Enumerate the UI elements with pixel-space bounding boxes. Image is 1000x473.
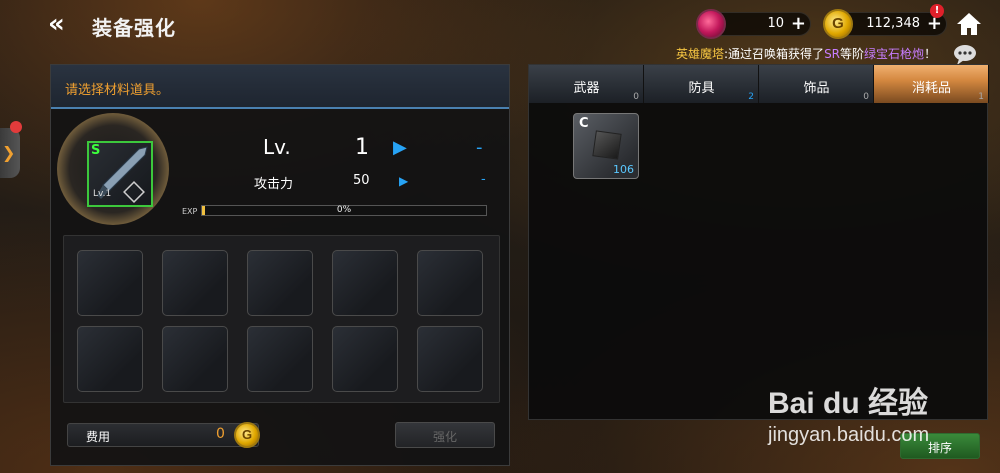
gold-count: 112,348 (866, 16, 920, 31)
arrow-right-icon: ▶ (393, 137, 407, 158)
tab-3[interactable]: 消耗品 1 (874, 65, 989, 103)
material-slot[interactable] (77, 326, 143, 392)
double-chevron-left-icon: « (48, 9, 65, 39)
broadcast-text: ！ (924, 47, 937, 61)
tab-label: 消耗品 (911, 81, 951, 96)
broadcast-player: 英雄魔塔 (676, 47, 725, 61)
attack-next-value: - (481, 172, 486, 187)
broadcast-text: :通过召唤箱获得了 (724, 47, 825, 61)
gold-currency: G 112,348 + (823, 9, 947, 39)
enhance-button[interactable]: 强化 (395, 422, 495, 448)
cost-label: 费用 (86, 430, 111, 444)
inventory-item[interactable]: C 106 (573, 113, 639, 179)
gem-currency: 10 + (696, 9, 811, 39)
tab-0[interactable]: 武器 0 (529, 65, 644, 103)
gem-count: 10 (767, 16, 784, 31)
tab-count: 2 (748, 92, 754, 102)
broadcast-text: 等阶 (840, 47, 865, 61)
add-gem-button[interactable]: + (791, 14, 806, 34)
chat-bubble-icon (954, 45, 976, 65)
broadcast-grade: SR (824, 47, 841, 61)
attack-value: 50 (353, 173, 370, 188)
arrow-right-icon: ▶ (399, 174, 409, 188)
cost-value: 0 (216, 426, 225, 442)
rank-badge: S (91, 143, 101, 158)
level-label: Lv. (263, 135, 291, 159)
chat-button[interactable] (952, 42, 978, 66)
inventory-panel: C 106 武器 0 防具 2 饰品 0 消耗品 1 (528, 64, 989, 420)
tab-label: 防具 (688, 81, 715, 96)
enhance-button-label: 强化 (432, 430, 457, 444)
instruction-text: 请选择材料道具。 (65, 83, 170, 98)
tab-count: 0 (633, 92, 639, 102)
attack-label: 攻击力 (254, 177, 294, 192)
exp-percent: 0% (336, 205, 352, 215)
material-slot[interactable] (417, 250, 483, 316)
gem-icon (696, 9, 726, 39)
tab-count: 0 (863, 92, 869, 102)
cube-icon (592, 130, 622, 160)
level-value: 1 (355, 135, 369, 160)
tab-label: 武器 (573, 81, 600, 96)
tab-label: 饰品 (803, 81, 830, 96)
broadcast-message: 英雄魔塔:通过召唤箱获得了SR等阶绿宝石枪炮！ (676, 44, 936, 64)
material-slot[interactable] (332, 326, 398, 392)
material-slot[interactable] (162, 250, 228, 316)
home-icon (957, 13, 981, 35)
enhance-panel: 请选择材料道具。 S Lv.1 Lv. 1 ▶ - 攻击力 50 ▶ - EXP… (50, 64, 510, 466)
material-slot[interactable] (247, 250, 313, 316)
alert-badge: ! (930, 4, 944, 18)
level-next-value: - (476, 137, 483, 158)
watermark-logo: Bai du 经验 (768, 387, 929, 420)
exp-label: EXP (182, 207, 198, 216)
material-slot-grid (63, 235, 500, 403)
exp-progress-bar: 0% (201, 205, 487, 216)
item-level: Lv.1 (93, 189, 112, 199)
material-slot[interactable] (247, 326, 313, 392)
material-slot[interactable] (332, 250, 398, 316)
page-title: 装备强化 (92, 16, 176, 40)
notification-dot (10, 121, 22, 133)
cost-display: 费用 0 G (67, 422, 260, 448)
material-slot[interactable] (162, 326, 228, 392)
item-quantity: 106 (613, 163, 634, 176)
gold-coin-icon: G (823, 9, 853, 39)
broadcast-item: 绿宝石枪炮 (864, 47, 925, 61)
back-button[interactable]: « (48, 10, 76, 38)
watermark-url: jingyan.baidu.com (768, 424, 930, 446)
tab-count: 1 (978, 92, 984, 102)
material-slot[interactable] (417, 326, 483, 392)
home-button[interactable] (955, 10, 983, 38)
tab-2[interactable]: 饰品 0 (759, 65, 874, 103)
gold-coin-icon: G (234, 422, 260, 448)
tab-1[interactable]: 防具 2 (644, 65, 759, 103)
material-slot[interactable] (77, 250, 143, 316)
rank-badge: C (579, 116, 589, 131)
instruction-bar: 请选择材料道具。 (51, 65, 509, 109)
chevron-right-icon: ❯ (2, 143, 16, 162)
